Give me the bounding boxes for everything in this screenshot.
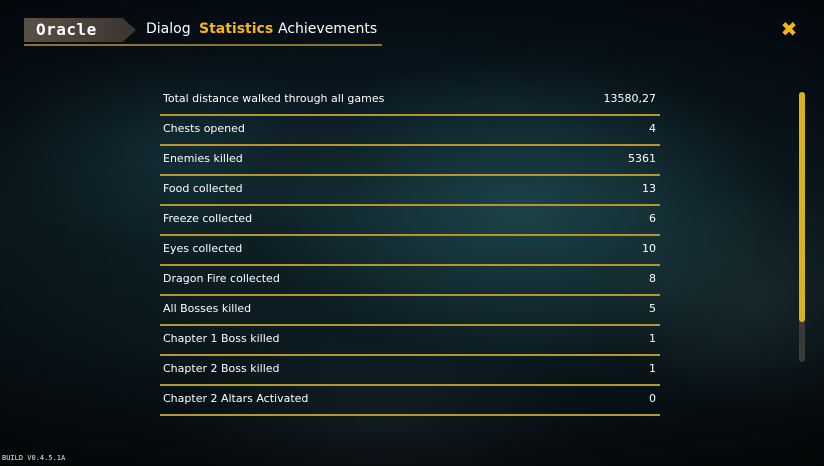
tab-achievements[interactable]: Achievements [278, 21, 377, 37]
scrollbar-thumb[interactable] [799, 92, 805, 322]
stat-label: Total distance walked through all games [163, 92, 385, 105]
stat-label: Chapter 1 Boss killed [163, 332, 280, 345]
stat-label: All Bosses killed [163, 302, 252, 315]
stat-row-eyes: Eyes collected 10 [160, 238, 660, 266]
stat-value: 5361 [628, 152, 656, 165]
stat-value: 1 [649, 332, 656, 345]
stat-label: Food collected [163, 182, 243, 195]
stat-value: 8 [649, 272, 656, 285]
stat-row-dragon-fire: Dragon Fire collected 8 [160, 268, 660, 296]
stat-row-freeze: Freeze collected 6 [160, 208, 660, 236]
stat-label: Chests opened [163, 122, 245, 135]
stat-row-chapter2-altars: Chapter 2 Altars Activated 0 [160, 388, 660, 416]
stat-value: 5 [649, 302, 656, 315]
stat-value: 13 [642, 182, 656, 195]
close-icon[interactable]: ✖ [780, 19, 798, 39]
stat-label: Chapter 2 Altars Activated [163, 392, 309, 405]
stat-row-enemies: Enemies killed 5361 [160, 148, 660, 176]
stat-label: Dragon Fire collected [163, 272, 280, 285]
stat-row-distance: Total distance walked through all games … [160, 88, 660, 116]
stat-value: 13580,27 [603, 92, 657, 105]
stat-value: 10 [642, 242, 656, 255]
stat-value: 6 [649, 212, 656, 225]
stat-row-chests: Chests opened 4 [160, 118, 660, 146]
stat-label: Eyes collected [163, 242, 243, 255]
tab-statistics[interactable]: Statistics [199, 21, 273, 37]
stat-row-chapter1-boss: Chapter 1 Boss killed 1 [160, 328, 660, 356]
statistics-list: Total distance walked through all games … [160, 88, 660, 418]
panel-title: Oracle [36, 20, 97, 39]
stat-value: 0 [649, 392, 656, 405]
stat-label: Chapter 2 Boss killed [163, 362, 280, 375]
top-bar-underline [24, 44, 382, 46]
build-version: BUILD V0.4.5.1A [2, 454, 66, 462]
stat-value: 4 [649, 122, 656, 135]
stat-label: Enemies killed [163, 152, 243, 165]
stat-row-chapter2-boss: Chapter 2 Boss killed 1 [160, 358, 660, 386]
stat-row-bosses: All Bosses killed 5 [160, 298, 660, 326]
stat-value: 1 [649, 362, 656, 375]
stat-row-food: Food collected 13 [160, 178, 660, 206]
top-bar: Oracle Dialog Statistics Achievements [24, 16, 382, 46]
tab-dialog[interactable]: Dialog [146, 21, 191, 37]
stat-label: Freeze collected [163, 212, 253, 225]
